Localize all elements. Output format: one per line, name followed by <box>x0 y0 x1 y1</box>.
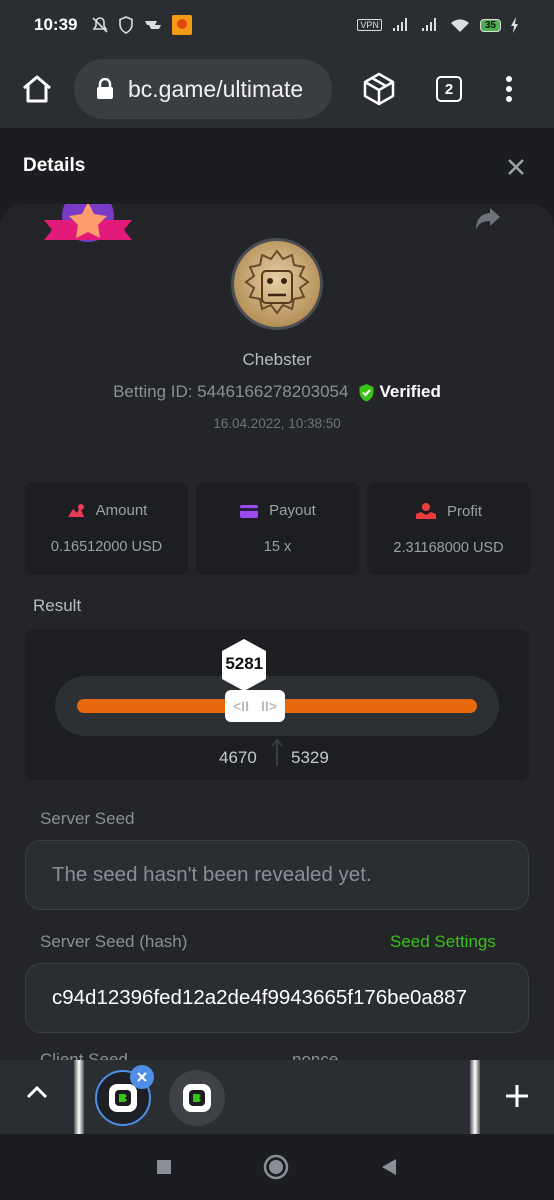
system-nav-bar <box>0 1134 554 1200</box>
tab-bar-divider <box>74 1060 84 1134</box>
app-icon-orange <box>172 15 193 35</box>
server-seed-label: Server Seed <box>40 809 135 828</box>
close-icon[interactable] <box>506 157 526 177</box>
details-header: Details <box>0 128 554 204</box>
handle-right-icon: II> <box>260 698 277 714</box>
server-seed-hash-label: Server Seed (hash) <box>40 932 188 951</box>
amount-label: Amount <box>95 502 148 519</box>
home-button[interactable] <box>0 74 74 104</box>
profit-icon <box>415 503 436 519</box>
verified-badge: Verified <box>358 382 441 402</box>
bet-stats: Amount 0.16512000 USD Payout 15 x Profit… <box>25 482 530 575</box>
wallet-icon <box>240 504 259 518</box>
cube-icon <box>363 72 395 106</box>
browser-tab-bar <box>0 1060 554 1134</box>
username: Chebster <box>242 350 312 369</box>
home-icon <box>23 75 51 103</box>
profit-value: 2.31168000 USD <box>393 540 504 556</box>
signal-icon <box>392 18 407 31</box>
battery-icon: 35 <box>479 18 501 32</box>
vpn-indicator: VPN <box>357 19 382 31</box>
app-icon <box>145 21 162 29</box>
arrow-up-icon <box>271 738 283 766</box>
lock-icon <box>97 78 113 99</box>
status-bar: 10:39 VPN 35 <box>0 0 554 50</box>
result-marker: 5281 <box>220 638 268 692</box>
rank-badge-icon <box>44 204 132 242</box>
url-text: bc.game/ultimate <box>128 75 304 102</box>
result-label: Result <box>33 596 82 615</box>
payout-stat: Payout 15 x <box>196 482 359 575</box>
tabs-button[interactable]: 2 <box>414 76 484 102</box>
range-high: 5329 <box>291 748 329 767</box>
tab-bar-divider <box>470 1060 480 1134</box>
browser-toolbar: bc.game/ultimate 2 <box>0 50 554 128</box>
server-seed-field[interactable]: The seed hasn't been revealed yet. <box>25 840 529 910</box>
address-bar[interactable]: bc.game/ultimate <box>74 59 332 119</box>
result-panel: <II II> 5281 4670 5329 <box>25 630 529 780</box>
back-icon[interactable] <box>379 1157 399 1177</box>
range-low: 4670 <box>219 748 257 767</box>
status-time: 10:39 <box>34 15 78 34</box>
verified-shield-icon <box>359 383 374 401</box>
new-tab-icon[interactable] <box>503 1082 531 1110</box>
details-title: Details <box>23 155 86 176</box>
more-vert-icon <box>506 76 512 102</box>
avatar <box>231 238 323 330</box>
profit-stat: Profit 2.31168000 USD <box>367 482 530 575</box>
bet-details-card: Chebster Betting ID: 5446166278203054 Ve… <box>0 204 554 1060</box>
mute-icon <box>92 17 109 33</box>
bc-game-tab-icon <box>183 1084 211 1112</box>
amount-stat: Amount 0.16512000 USD <box>25 482 188 575</box>
payout-value: 15 x <box>263 539 292 555</box>
result-value: 5281 <box>225 654 264 673</box>
wifi-icon <box>450 19 469 32</box>
server-seed-hash-field[interactable]: c94d12396fed12a2de4f9943665f176be0a887 <box>25 963 529 1033</box>
menu-button[interactable] <box>484 75 534 103</box>
signal-icon <box>421 18 436 31</box>
extension-button[interactable] <box>344 71 414 107</box>
home-nav-icon[interactable] <box>263 1154 289 1180</box>
chevron-up-icon[interactable] <box>26 1084 48 1100</box>
tab-count: 2 <box>436 76 462 102</box>
betting-id: Betting ID: 5446166278203054 <box>113 382 349 401</box>
profit-label: Profit <box>446 502 482 520</box>
handle-left-icon: <II <box>233 698 249 714</box>
tab-thumbnail[interactable] <box>169 1070 225 1126</box>
result-slider-track: <II II> <box>55 676 499 736</box>
bet-date: 16.04.2022, 10:38:50 <box>213 416 341 431</box>
charging-icon <box>511 17 518 33</box>
close-icon <box>137 1072 147 1082</box>
shield-icon <box>119 16 134 34</box>
result-slider-handle: <II II> <box>224 690 285 722</box>
amount-value: 0.16512000 USD <box>50 539 163 555</box>
nonce-label: nonce <box>292 1050 339 1060</box>
tab-close-button[interactable] <box>130 1065 154 1089</box>
betting-id-row: Betting ID: 5446166278203054 Verified <box>0 382 554 402</box>
verified-label: Verified <box>379 382 441 401</box>
amount-icon <box>67 503 84 517</box>
seed-settings-link[interactable]: Seed Settings <box>390 932 496 952</box>
share-icon[interactable] <box>474 206 502 232</box>
recents-icon[interactable] <box>155 1158 173 1176</box>
payout-label: Payout <box>269 502 316 519</box>
client-seed-label: Client Seed <box>40 1050 128 1060</box>
avatar-face-icon <box>244 249 310 315</box>
